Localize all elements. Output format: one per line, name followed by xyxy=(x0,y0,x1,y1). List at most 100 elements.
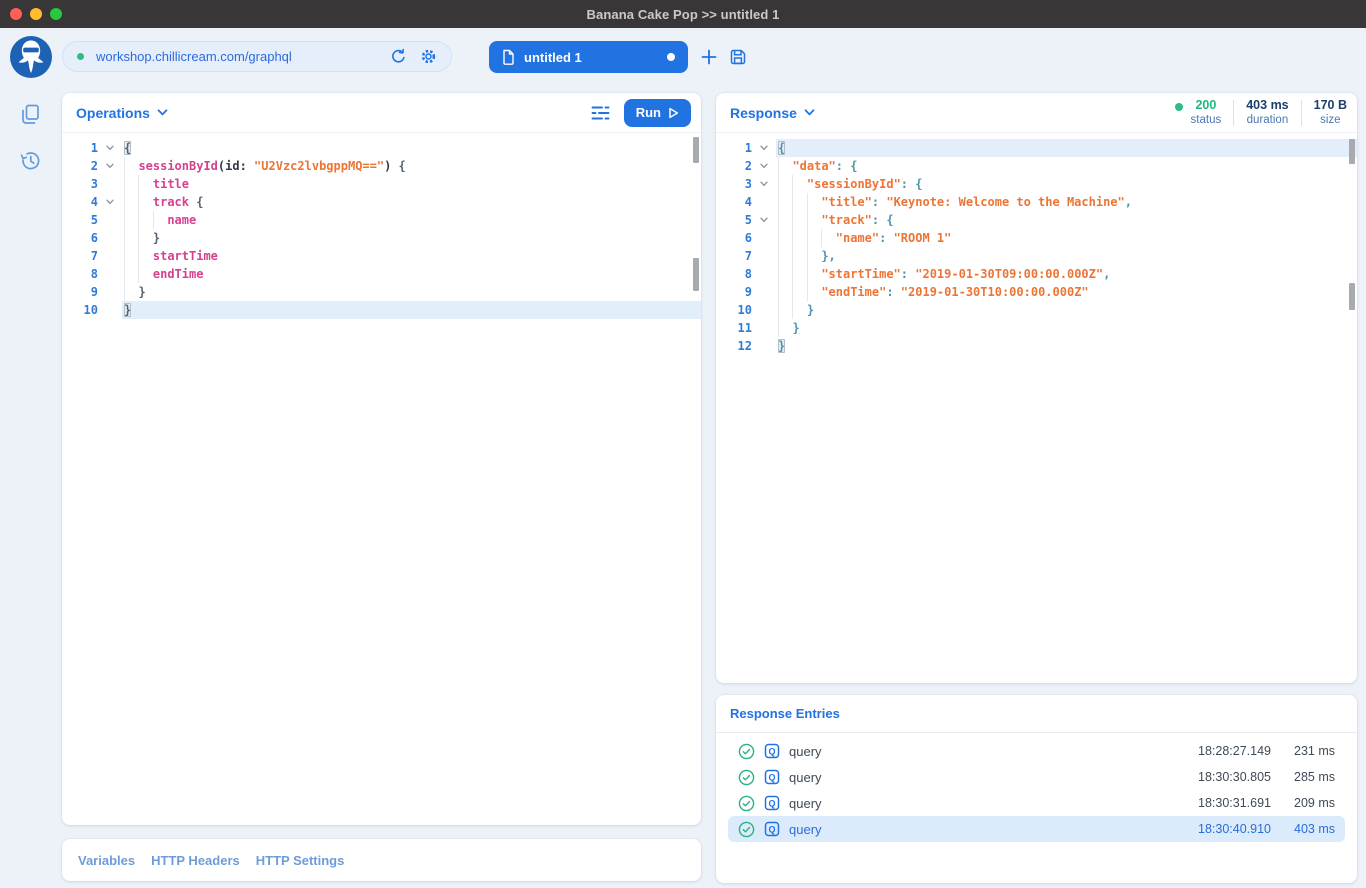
fold-gutter xyxy=(98,175,122,193)
operations-dropdown[interactable]: Operations xyxy=(76,105,168,121)
tab-http-settings[interactable]: HTTP Settings xyxy=(256,853,345,868)
banana-cake-pop-logo-icon[interactable] xyxy=(9,35,53,79)
line-number: 5 xyxy=(716,211,752,229)
history-icon[interactable] xyxy=(18,148,43,173)
code-line[interactable]: 11 } xyxy=(716,319,1357,337)
code-line[interactable]: 7 startTime xyxy=(62,247,701,265)
query-icon: Q xyxy=(764,795,780,811)
response-entry-row[interactable]: Qquery18:28:27.149231 ms xyxy=(728,738,1345,764)
code-line[interactable]: 6 "name": "ROOM 1" xyxy=(716,229,1357,247)
entry-timestamp: 18:30:31.691 xyxy=(1161,796,1271,810)
code-line[interactable]: 10 } xyxy=(716,301,1357,319)
operations-editor[interactable]: 1{2 sessionById(id: "U2Vzc2lvbgppMQ==") … xyxy=(62,133,701,319)
code-line[interactable]: 1{ xyxy=(62,139,701,157)
minimize-window-button[interactable] xyxy=(30,8,42,20)
size-stat: 170 B size xyxy=(1314,98,1347,128)
documents-icon[interactable] xyxy=(19,103,42,126)
line-number: 7 xyxy=(62,247,98,265)
code-line[interactable]: 5 name xyxy=(62,211,701,229)
response-entries-panel: Response Entries Qquery18:28:27.149231 m… xyxy=(716,695,1357,883)
fold-toggle-icon[interactable] xyxy=(98,139,122,157)
code-line[interactable]: 7 }, xyxy=(716,247,1357,265)
refresh-icon[interactable] xyxy=(390,48,407,65)
overview-ruler-marker[interactable] xyxy=(1349,283,1355,310)
fold-toggle-icon[interactable] xyxy=(752,139,776,157)
fold-toggle-icon[interactable] xyxy=(752,157,776,175)
check-circle-icon xyxy=(738,743,755,760)
chevron-down-icon xyxy=(157,109,168,116)
line-number: 10 xyxy=(716,301,752,319)
overview-ruler-marker[interactable] xyxy=(693,258,699,291)
line-number: 11 xyxy=(716,319,752,337)
tab-http-headers[interactable]: HTTP Headers xyxy=(151,853,240,868)
fold-gutter xyxy=(752,247,776,265)
response-title: Response xyxy=(730,105,797,121)
new-tab-plus-icon[interactable] xyxy=(701,49,717,65)
chevron-down-icon xyxy=(804,109,815,116)
titlebar: Banana Cake Pop >> untitled 1 xyxy=(0,0,1366,28)
scrollbar-thumb[interactable] xyxy=(693,137,699,163)
code-line[interactable]: 4 track { xyxy=(62,193,701,211)
fold-gutter xyxy=(752,283,776,301)
code-line[interactable]: 12} xyxy=(716,337,1357,355)
fold-gutter xyxy=(98,283,122,301)
response-entries-title: Response Entries xyxy=(730,706,840,721)
connection-status-dot xyxy=(77,53,84,60)
fold-toggle-icon[interactable] xyxy=(98,193,122,211)
fold-gutter xyxy=(98,301,122,319)
code-line[interactable]: 8 endTime xyxy=(62,265,701,283)
fold-toggle-icon[interactable] xyxy=(752,175,776,193)
gear-icon[interactable] xyxy=(420,48,437,65)
endpoint-url-bar[interactable]: workshop.chillicream.com/graphql xyxy=(62,41,452,72)
response-entry-row[interactable]: Qquery18:30:30.805285 ms xyxy=(728,764,1345,790)
fold-gutter xyxy=(98,247,122,265)
query-icon: Q xyxy=(764,769,780,785)
code-line[interactable]: 2 sessionById(id: "U2Vzc2lvbgppMQ==") { xyxy=(62,157,701,175)
maximize-window-button[interactable] xyxy=(50,8,62,20)
code-line[interactable]: 3 "sessionById": { xyxy=(716,175,1357,193)
response-entry-row[interactable]: Qquery18:30:40.910403 ms xyxy=(728,816,1345,842)
scrollbar-thumb[interactable] xyxy=(1349,139,1355,164)
fold-toggle-icon[interactable] xyxy=(98,157,122,175)
response-entry-row[interactable]: Qquery18:30:31.691209 ms xyxy=(728,790,1345,816)
close-window-button[interactable] xyxy=(10,8,22,20)
line-number: 12 xyxy=(716,337,752,355)
prettify-icon[interactable] xyxy=(591,105,610,121)
save-icon[interactable] xyxy=(729,48,747,66)
fold-gutter xyxy=(98,229,122,247)
endpoint-url[interactable]: workshop.chillicream.com/graphql xyxy=(96,49,390,64)
entry-duration: 285 ms xyxy=(1275,770,1335,784)
entry-duration: 403 ms xyxy=(1275,822,1335,836)
code-line[interactable]: 10} xyxy=(62,301,701,319)
line-number: 2 xyxy=(716,157,752,175)
run-button[interactable]: Run xyxy=(624,99,691,127)
response-header: Response 200 status 403 ms duration xyxy=(716,93,1357,133)
response-editor[interactable]: 1{2 "data": {3 "sessionById": {4 "title"… xyxy=(716,133,1357,355)
code-line[interactable]: 3 title xyxy=(62,175,701,193)
code-line[interactable]: 2 "data": { xyxy=(716,157,1357,175)
code-line[interactable]: 1{ xyxy=(716,139,1357,157)
check-circle-icon xyxy=(738,769,755,786)
tab-variables[interactable]: Variables xyxy=(78,853,135,868)
code-line[interactable]: 5 "track": { xyxy=(716,211,1357,229)
line-number: 6 xyxy=(716,229,752,247)
code-line[interactable]: 9 } xyxy=(62,283,701,301)
code-line[interactable]: 9 "endTime": "2019-01-30T10:00:00.000Z" xyxy=(716,283,1357,301)
operations-title: Operations xyxy=(76,105,150,121)
svg-text:Q: Q xyxy=(768,746,775,756)
document-icon xyxy=(502,49,515,65)
unsaved-indicator-dot[interactable] xyxy=(667,53,675,61)
code-line[interactable]: 6 } xyxy=(62,229,701,247)
query-icon: Q xyxy=(764,821,780,837)
play-icon xyxy=(668,107,679,119)
code-line[interactable]: 8 "startTime": "2019-01-30T09:00:00.000Z… xyxy=(716,265,1357,283)
code-line[interactable]: 4 "title": "Keynote: Welcome to the Mach… xyxy=(716,193,1357,211)
line-number: 7 xyxy=(716,247,752,265)
entry-label: query xyxy=(789,770,1161,785)
request-options-bar: Variables HTTP Headers HTTP Settings xyxy=(62,839,701,881)
operations-panel: Operations Run xyxy=(62,93,701,825)
response-dropdown[interactable]: Response xyxy=(730,105,815,121)
document-tab-untitled-1[interactable]: untitled 1 xyxy=(489,41,688,73)
fold-toggle-icon[interactable] xyxy=(752,211,776,229)
entry-timestamp: 18:28:27.149 xyxy=(1161,744,1271,758)
